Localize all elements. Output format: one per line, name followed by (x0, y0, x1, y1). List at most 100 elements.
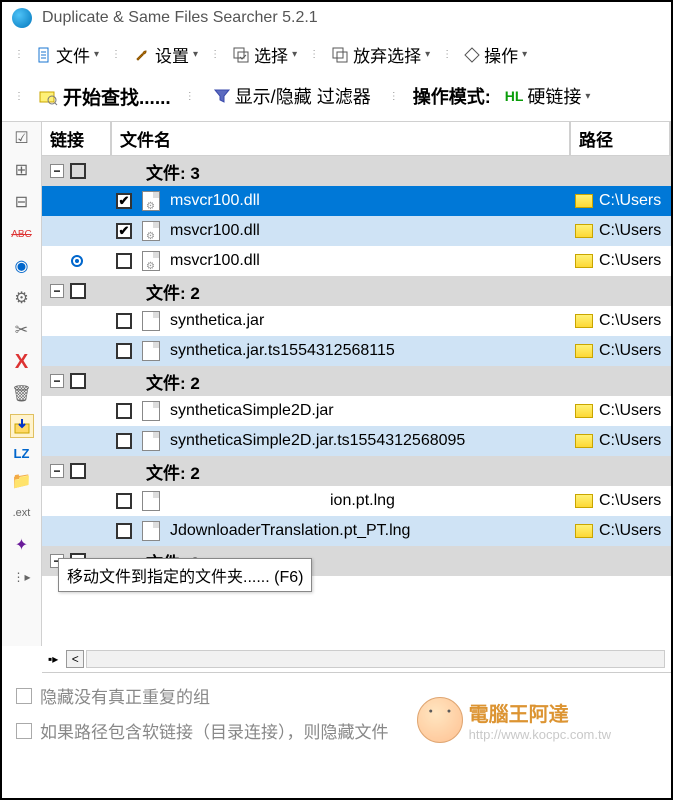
col-filename[interactable]: 文件名 (112, 122, 571, 155)
col-link[interactable]: 链接 (42, 122, 112, 155)
collapse-groups-icon[interactable]: ⊟ (10, 190, 34, 214)
row-checkbox[interactable] (116, 193, 132, 209)
move-to-folder-icon[interactable] (10, 414, 34, 438)
group-header[interactable]: − 文件: 2 (42, 456, 671, 486)
group-label: 文件: 2 (146, 459, 200, 484)
row-checkbox[interactable] (116, 343, 132, 359)
collapse-icon[interactable]: − (50, 164, 64, 178)
mode-selector[interactable]: HL 硬链接 ▾ (501, 81, 595, 111)
filename-cell: syntheticaSimple2D.jar (112, 401, 571, 421)
group-label: 文件: 2 (146, 369, 200, 394)
table-row[interactable]: JdownloaderTranslation.pt_PT.lngC:\Users (42, 516, 671, 546)
collapse-icon[interactable]: − (50, 284, 64, 298)
group-header[interactable]: − 文件: 2 (42, 276, 671, 306)
row-checkbox[interactable] (116, 403, 132, 419)
link-target-icon[interactable]: ◉ (10, 254, 34, 278)
chevron-down-icon: ▾ (522, 49, 527, 60)
scroll-left-button[interactable]: < (66, 650, 84, 668)
delete-icon[interactable]: X (10, 350, 34, 374)
expand-groups-icon[interactable]: ⊞ (10, 158, 34, 182)
menu-settings[interactable]: 设置 ▾ (129, 40, 202, 69)
bottom-options: 隐藏没有真正重复的组 如果路径包含软链接（目录连接），则隐藏文件 (2, 673, 671, 763)
hide-softlink-option[interactable]: 如果路径包含软链接（目录连接），则隐藏文件 (16, 718, 657, 743)
menu-file[interactable]: 文件 ▾ (32, 40, 103, 69)
filename-cell: msvcr100.dll (112, 251, 571, 271)
menu-select[interactable]: 选择 ▾ (228, 40, 301, 69)
row-checkbox[interactable] (116, 523, 132, 539)
table-row[interactable]: msvcr100.dllC:\Users (42, 246, 671, 276)
copy-icon (331, 46, 349, 64)
folder-plus-icon[interactable]: 📁 (10, 469, 34, 493)
row-checkbox[interactable] (116, 223, 132, 239)
table-row[interactable]: syntheticaSimple2D.jar.ts1554312568095C:… (42, 426, 671, 456)
group-label: 文件: 3 (146, 159, 200, 184)
row-checkbox[interactable] (116, 253, 132, 269)
checkbox[interactable] (16, 688, 32, 704)
filter-toggle[interactable]: 显示/隐藏 过滤器 (209, 81, 375, 111)
table-row[interactable]: synthetica.jar.ts1554312568115C:\Users (42, 336, 671, 366)
group-header[interactable]: − 文件: 3 (42, 156, 671, 186)
group-checkbox[interactable] (70, 163, 86, 179)
window-title: Duplicate & Same Files Searcher 5.2.1 (42, 9, 318, 27)
scroll-row: ▪▸ < (42, 646, 671, 673)
group-checkbox[interactable] (70, 373, 86, 389)
path-cell: C:\Users (571, 402, 671, 420)
wizard-icon[interactable]: ✦ (10, 533, 34, 557)
group-checkbox[interactable] (70, 463, 86, 479)
filename-text: syntheticaSimple2D.jar.ts1554312568095 (170, 432, 465, 450)
table-row[interactable]: syntheticaSimple2D.jar C:\Users (42, 396, 671, 426)
more-icon[interactable]: ⋮▸ (10, 565, 34, 589)
row-checkbox[interactable] (116, 313, 132, 329)
path-text: C:\Users (599, 492, 661, 510)
table-row[interactable]: msvcr100.dllC:\Users (42, 216, 671, 246)
filename-text: msvcr100.dll (170, 192, 260, 210)
row-checkbox[interactable] (116, 493, 132, 509)
col-path[interactable]: 路径 (571, 122, 671, 155)
file-icon (142, 491, 160, 511)
file-icon (142, 341, 160, 361)
document-icon (36, 47, 52, 63)
filename-cell: JdownloaderTranslation.pt_PT.lng (112, 521, 571, 541)
chevron-down-icon: ▾ (94, 49, 99, 60)
group-checkbox[interactable] (70, 283, 86, 299)
table-row[interactable]: ion.pt.lngC:\Users (42, 486, 671, 516)
gear-grid-icon[interactable]: ⚙ (10, 286, 34, 310)
hide-nonduplicate-option[interactable]: 隐藏没有真正重复的组 (16, 683, 657, 708)
hl-text: 硬链接 (527, 83, 581, 109)
select-all-icon[interactable]: ☑ (10, 126, 34, 150)
separator-dot: ⋮ (210, 49, 220, 60)
abc-icon[interactable]: ABC (10, 222, 34, 246)
checkbox[interactable] (16, 723, 32, 739)
filename-text: synthetica.jar (170, 312, 264, 330)
scissors-icon[interactable]: ✂ (10, 318, 34, 342)
table-row[interactable]: synthetica.jarC:\Users (42, 306, 671, 336)
table-row[interactable]: msvcr100.dllC:\Users (42, 186, 671, 216)
overflow-indicator[interactable]: ▪▸ (48, 652, 58, 666)
filename-text: syntheticaSimple2D.jar (170, 402, 334, 420)
group-label: 文件: 2 (146, 279, 200, 304)
row-checkbox[interactable] (116, 433, 132, 449)
menu-operate[interactable]: 操作 ▾ (460, 40, 531, 69)
menu-deselect[interactable]: 放弃选择 ▾ (327, 40, 434, 69)
start-search-button[interactable]: 开始查找...... (38, 83, 171, 110)
recycle-icon[interactable]: 🗑 (10, 382, 34, 406)
group-header[interactable]: − 文件: 2 (42, 366, 671, 396)
folder-icon (575, 314, 593, 328)
path-text: C:\Users (599, 342, 661, 360)
search-folder-icon (38, 86, 58, 106)
ext-label[interactable]: .ext (10, 501, 34, 525)
collapse-icon[interactable]: − (50, 464, 64, 478)
path-text: C:\Users (599, 222, 661, 240)
filename-text: msvcr100.dll (170, 252, 260, 270)
collapse-icon[interactable]: − (50, 374, 64, 388)
menu-select-label: 选择 (254, 42, 288, 67)
option-label: 隐藏没有真正重复的组 (40, 683, 210, 708)
copy-checked-icon (232, 46, 250, 64)
folder-icon (575, 524, 593, 538)
menu-settings-label: 设置 (155, 42, 189, 67)
lz-label[interactable]: LZ (14, 446, 30, 461)
filename-cell: msvcr100.dll (112, 191, 571, 211)
menu-toolbar: ⋮ 文件 ▾ ⋮ 设置 ▾ ⋮ 选择 ▾ ⋮ 放弃选择 ▾ ⋮ 操作 ▾ (2, 34, 671, 75)
horizontal-scrollbar[interactable] (86, 650, 665, 668)
separator-dot: ⋮ (389, 91, 399, 102)
